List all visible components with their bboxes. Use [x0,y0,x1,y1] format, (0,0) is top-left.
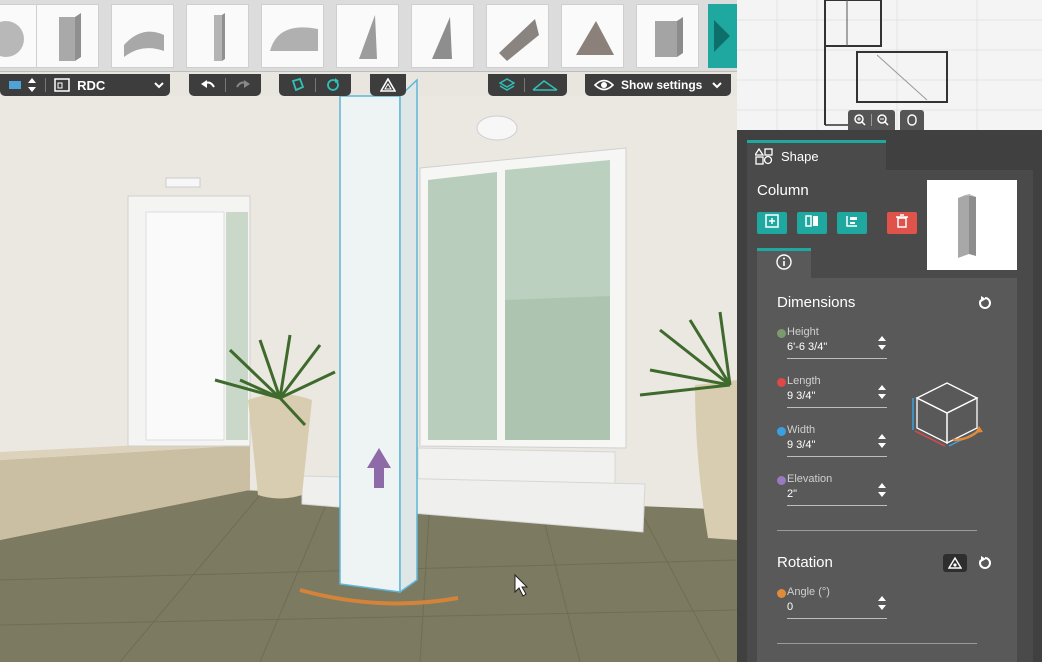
angle-field[interactable]: Angle (°) 0 [777,586,887,626]
elevation-value[interactable]: 2" [787,488,797,500]
library-item-column[interactable] [186,4,249,68]
angle-value[interactable]: 0 [787,601,793,613]
view-toolbar [488,74,567,96]
3d-viewport[interactable] [0,0,737,662]
library-next-button[interactable] [708,4,737,68]
rotation-mode-icon[interactable] [943,554,967,572]
undo-icon[interactable] [197,74,219,96]
angle-stepper-icon[interactable] [877,594,887,612]
floor-plan-icon [52,74,73,96]
dimensions-title: Dimensions [777,294,856,311]
library-item-slope-wedge[interactable] [486,4,549,68]
height-value[interactable]: 6'-6 3/4" [787,341,827,353]
zoom-out-icon[interactable] [875,112,891,128]
library-item-cone-wedge[interactable] [336,4,399,68]
triangle-measure-icon[interactable] [377,74,399,96]
shape-properties: Column Dimensions Height 6'-6 3/4" Lengt… [747,170,1033,662]
library-item-prism[interactable] [561,4,624,68]
duplicate-button[interactable] [757,212,787,234]
width-value[interactable]: 9 3/4" [787,439,815,451]
minimap-tools [848,110,924,130]
length-stepper-icon[interactable] [877,383,887,401]
elevation-stepper-icon[interactable] [877,481,887,499]
layers-stack-icon[interactable] [496,74,518,96]
library-item-box-small[interactable] [636,4,699,68]
width-stepper-icon[interactable] [877,432,887,450]
width-color-dot [777,427,786,436]
rotate-tool-icon[interactable] [322,74,344,96]
height-label: Height [787,326,819,338]
show-settings-toolbar[interactable]: Show settings [585,74,731,96]
align-button[interactable] [837,212,867,234]
reset-rotation-icon[interactable] [977,555,993,571]
reset-dimensions-icon[interactable] [977,295,993,311]
level-stepper-icon[interactable] [25,74,39,96]
duplicate-icon [764,213,780,234]
trash-icon [894,213,910,234]
length-label: Length [787,375,821,387]
measure-toolbar [370,74,406,96]
info-icon [776,254,792,275]
object-title: Column [757,182,809,199]
align-icon [844,213,860,234]
pan-tool[interactable] [900,110,924,130]
zoom-in-icon[interactable] [852,112,868,128]
height-stepper-icon[interactable] [877,334,887,352]
elevation-color-dot [777,476,786,485]
mirror-button[interactable] [797,212,827,234]
hand-icon [904,112,920,128]
redo-icon[interactable] [232,74,254,96]
object-thumbnail [927,180,1017,270]
length-color-dot [777,378,786,387]
dimensions-cube-diagram [907,368,987,458]
elevation-field[interactable]: Elevation 2" [777,473,887,513]
chevron-down-icon[interactable] [149,74,170,96]
mirror-icon [804,213,820,234]
elevation-label: Elevation [787,473,833,485]
show-settings-label[interactable]: Show settings [621,78,702,92]
height-field[interactable]: Height 6'-6 3/4" [777,326,887,366]
roof-icon[interactable] [531,74,559,96]
level-toolbar: RDC [0,74,170,96]
library-item-wedge[interactable] [411,4,474,68]
level-select[interactable]: RDC [77,78,149,93]
library-item-half-cylinder[interactable] [111,4,174,68]
width-label: Width [787,424,816,436]
properties-panel: Shape Column Dimensions Height 6'-6 3/4"… [737,0,1042,662]
library-item-cylinder-partial[interactable] [0,4,37,68]
delete-button[interactable] [887,212,917,234]
chevron-down-icon[interactable] [706,74,728,96]
library-item-quarter-cylinder[interactable] [261,4,324,68]
angle-label: Angle (°) [787,586,830,598]
tab-shape[interactable]: Shape [747,140,886,170]
library-item-box[interactable] [36,4,99,68]
rotation-title: Rotation [777,554,833,571]
layers-icon[interactable] [4,74,25,96]
info-properties: Dimensions Height 6'-6 3/4" Length 9 3/4… [757,278,1017,662]
length-value[interactable]: 9 3/4" [787,390,815,402]
height-color-dot [777,329,786,338]
eye-icon [593,74,615,96]
history-toolbar [189,74,261,96]
angle-color-dot [777,589,786,598]
tab-shape-label: Shape [781,149,819,164]
shapes-icon [755,147,773,166]
paint-bucket-icon[interactable] [287,74,309,96]
length-field[interactable]: Length 9 3/4" [777,375,887,415]
zoom-controls [848,110,895,130]
scene-render[interactable] [0,0,737,662]
tab-info[interactable] [757,248,811,278]
shape-library [0,0,737,72]
width-field[interactable]: Width 9 3/4" [777,424,887,464]
chevron-right-icon [714,20,730,52]
floor-plan-minimap[interactable] [737,0,1042,130]
edit-toolbar [279,74,351,96]
